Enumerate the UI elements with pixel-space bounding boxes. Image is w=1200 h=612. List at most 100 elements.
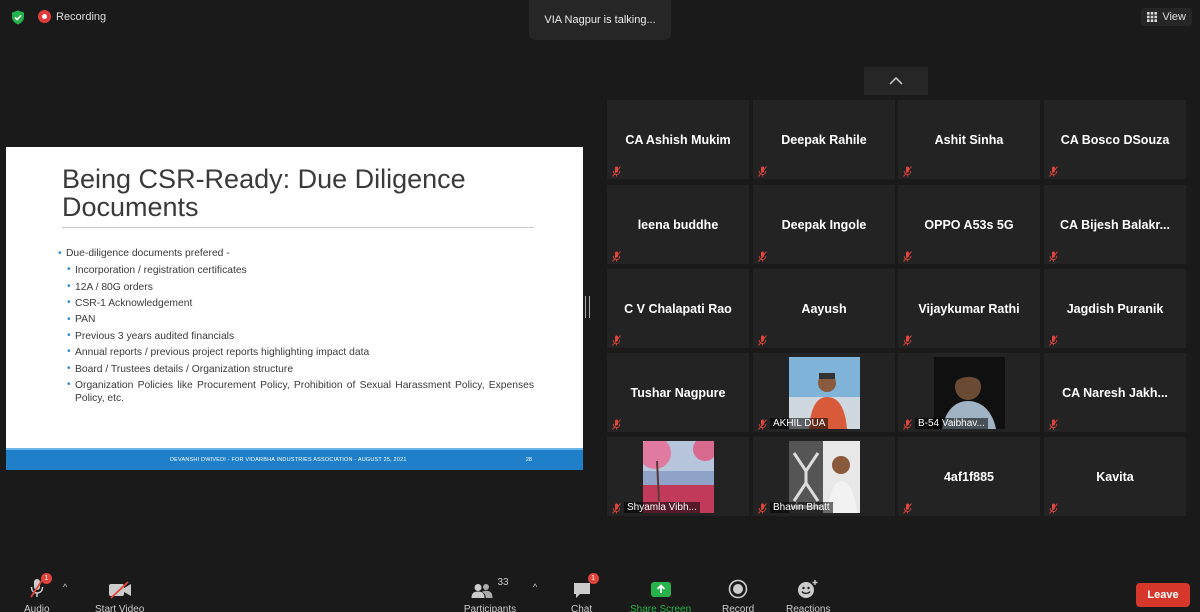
reactions-label: Reactions — [786, 604, 831, 612]
muted-mic-icon — [903, 417, 912, 430]
gallery-collapse-button[interactable] — [864, 67, 928, 95]
shared-screen: Being CSR-Ready: Due Diligence Documents… — [6, 147, 583, 470]
participant-tile[interactable]: Deepak Rahile — [753, 100, 895, 179]
slide-bullet: • PAN — [67, 313, 96, 326]
participant-name: 4af1f885 — [943, 469, 995, 484]
audio-options-caret-icon[interactable]: ^ — [63, 582, 67, 592]
participants-icon — [471, 584, 493, 598]
muted-mic-icon — [903, 333, 912, 346]
share-screen-label: Share Screen — [630, 604, 692, 612]
slide-title: Being CSR-Ready: Due Diligence Documents — [62, 164, 466, 222]
participant-tile[interactable]: CA Bosco DSouza — [1044, 100, 1186, 179]
view-label: View — [1162, 11, 1186, 23]
participant-name: Aayush — [801, 301, 847, 316]
active-speaker-banner: VIA Nagpur is talking... — [529, 0, 671, 40]
participant-name: CA Naresh Jakh... — [1062, 385, 1168, 400]
leave-button[interactable]: Leave — [1136, 583, 1190, 607]
reactions-button[interactable]: Reactions — [786, 575, 830, 612]
chat-button[interactable]: 1 Chat — [571, 573, 599, 612]
recording-indicator[interactable]: Recording — [38, 10, 106, 23]
muted-mic-icon — [1049, 417, 1058, 430]
audio-button[interactable]: 1 Audio — [24, 573, 52, 612]
video-off-icon — [108, 581, 131, 599]
participants-count: 33 — [497, 577, 509, 588]
muted-mic-icon — [758, 501, 767, 514]
slide-bullet: • Previous 3 years audited financials — [67, 330, 235, 342]
participant-name: C V Chalapati Rao — [624, 301, 732, 316]
record-label: Record — [722, 604, 755, 612]
slide-footer-text: DEVANSHI DWIVEDI - FOR VIDARBHA INDUSTRI… — [170, 457, 407, 463]
muted-mic-icon — [903, 164, 912, 177]
participants-label: Participants — [463, 604, 517, 612]
slide-bullet: • Incorporation / registration certificat… — [67, 264, 247, 277]
participant-name: AKHIL DUA — [770, 418, 829, 429]
participant-name: CA Bosco DSouza — [1060, 132, 1170, 147]
participant-name: Vijaykumar Rathi — [918, 301, 1020, 316]
muted-mic-icon — [758, 164, 767, 177]
slide-bullet: • Organization Policies like Procurement … — [67, 379, 534, 404]
participant-tile[interactable]: B-54 Vaibhav... — [898, 353, 1040, 432]
participant-tile[interactable]: Bhavin Bhatt — [753, 437, 895, 516]
participant-name: Deepak Ingole — [781, 217, 867, 232]
participant-tile[interactable]: Deepak Ingole — [753, 185, 895, 264]
participant-name: leena buddhe — [637, 217, 719, 232]
participant-tile[interactable]: Tushar Nagpure — [607, 353, 749, 432]
participant-tile[interactable]: Ashit Sinha — [898, 100, 1040, 179]
slide-bullet: • CSR-1 Acknowledgement — [67, 297, 193, 309]
reactions-smiley-icon — [798, 580, 818, 598]
muted-mic-icon — [1049, 501, 1058, 514]
participant-name: Ashit Sinha — [934, 132, 1004, 147]
slide-page-number: 28 — [525, 457, 532, 463]
participant-tile[interactable]: CA Bijesh Balakr... — [1044, 185, 1186, 264]
share-screen-button[interactable]: Share Screen — [630, 575, 691, 612]
participant-tile[interactable]: Jagdish Puranik — [1044, 269, 1186, 348]
participant-name: Tushar Nagpure — [630, 385, 726, 400]
participant-name: Jagdish Puranik — [1066, 301, 1164, 316]
recording-dot-icon — [38, 10, 51, 23]
participant-name: Kavita — [1096, 469, 1134, 484]
muted-mic-icon — [612, 333, 621, 346]
security-shield-icon[interactable] — [11, 10, 25, 25]
slide-body: • Due-diligence documents prefered - • Inc… — [58, 246, 534, 407]
participants-options-caret-icon[interactable]: ^ — [533, 582, 537, 592]
active-speaker-label: VIA Nagpur is talking... — [544, 14, 656, 26]
participant-tile[interactable]: Kavita — [1044, 437, 1186, 516]
muted-mic-icon — [612, 501, 621, 514]
participant-tile[interactable]: leena buddhe — [607, 185, 749, 264]
participant-name: B-54 Vaibhav... — [915, 418, 988, 429]
record-button[interactable]: Record — [722, 575, 754, 612]
participant-tile[interactable]: Vijaykumar Rathi — [898, 269, 1040, 348]
participant-tile[interactable]: C V Chalapati Rao — [607, 269, 749, 348]
muted-mic-icon — [1049, 164, 1058, 177]
participant-tile[interactable]: AKHIL DUA — [753, 353, 895, 432]
participant-tile[interactable]: Aayush — [753, 269, 895, 348]
share-screen-icon — [650, 582, 671, 597]
participants-button[interactable]: 33 Participants — [462, 575, 518, 612]
participant-tile[interactable]: OPPO A53s 5G — [898, 185, 1040, 264]
participant-name: CA Ashish Mukim — [625, 132, 731, 147]
audio-label: Audio — [24, 604, 50, 612]
chevron-up-icon — [889, 77, 903, 85]
participant-tile[interactable]: CA Naresh Jakh... — [1044, 353, 1186, 432]
chat-icon — [573, 583, 590, 598]
slide-bullet: • 12A / 80G orders — [67, 280, 153, 293]
slide-bullet: • Annual reports / previous project repor… — [67, 346, 370, 359]
split-resize-handle[interactable] — [585, 296, 590, 318]
participant-name: OPPO A53s 5G — [924, 217, 1014, 232]
recording-label: Recording — [56, 10, 107, 23]
audio-badge: 1 — [40, 573, 52, 584]
muted-mic-icon — [903, 501, 912, 514]
muted-mic-icon — [612, 164, 621, 177]
start-video-button[interactable]: Start Video — [95, 575, 144, 612]
record-icon — [728, 579, 748, 599]
slide-bullet: • Board / Trustees details / Organization… — [67, 362, 294, 375]
slide-intro-bullet: • Due-diligence documents prefered - — [58, 248, 230, 259]
participant-tile[interactable]: Shyamla Vibh... — [607, 437, 749, 516]
view-button[interactable]: View — [1141, 8, 1192, 26]
slide-footer: DEVANSHI DWIVEDI - FOR VIDARBHA INDUSTRI… — [6, 448, 583, 470]
muted-mic-icon — [1049, 249, 1058, 262]
participant-name: Shyamla Vibh... — [624, 502, 700, 513]
participant-tile[interactable]: CA Ashish Mukim — [607, 100, 749, 179]
participant-name: CA Bijesh Balakr... — [1060, 217, 1170, 232]
participant-tile[interactable]: 4af1f885 — [898, 437, 1040, 516]
